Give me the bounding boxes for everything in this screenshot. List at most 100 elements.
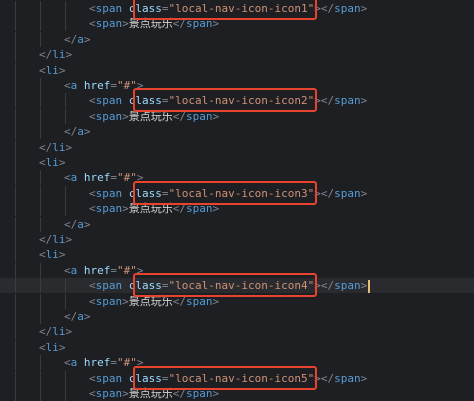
equals: =: [161, 186, 169, 200]
indent-guide: [15, 155, 16, 170]
code-text: </a>: [64, 309, 91, 324]
attr-name: class: [128, 371, 162, 385]
tag-name: a: [77, 125, 84, 139]
tag-bracket: >: [122, 294, 129, 308]
code-line[interactable]: <span class="local-nav-icon-icon3"></spa…: [0, 185, 474, 201]
code-line[interactable]: <span class="local-nav-icon-icon1"></spa…: [0, 1, 474, 16]
code-line[interactable]: </li>: [0, 139, 474, 155]
tag-bracket: >: [360, 279, 368, 293]
indent-guide: [15, 62, 16, 78]
indent-guide: [15, 324, 16, 340]
tag-name: span: [334, 371, 361, 385]
code-line[interactable]: <span>景点玩乐</span>: [0, 16, 474, 32]
equals: =: [110, 171, 117, 185]
indent-guide: [15, 139, 16, 155]
tag-bracket: <: [64, 263, 71, 277]
code-line[interactable]: <span>景点玩乐</span>: [0, 108, 474, 124]
tag-name: span: [95, 279, 123, 293]
tag-name: span: [334, 186, 361, 200]
indent-guide: [40, 108, 41, 124]
tag-bracket: <: [39, 340, 46, 354]
code-line[interactable]: </li>: [0, 324, 474, 340]
tag-bracket: ></: [314, 186, 335, 200]
tag-bracket: <: [39, 248, 46, 262]
indent-guide: [15, 232, 16, 247]
indent-guide: [65, 386, 66, 401]
tag-bracket: >: [58, 63, 66, 77]
tag-bracket: >: [83, 217, 91, 231]
code-line[interactable]: <li>: [0, 247, 474, 263]
indent-guide: [15, 1, 16, 16]
code-line[interactable]: <span>景点玩乐</span>: [0, 386, 474, 401]
code-line[interactable]: <span>景点玩乐</span>: [0, 293, 474, 309]
tag-bracket: <: [39, 156, 46, 169]
indent-guide: [65, 370, 66, 386]
tag-bracket: >: [83, 32, 91, 46]
code-line[interactable]: <li>: [0, 339, 474, 355]
equals: =: [110, 263, 117, 277]
code-line[interactable]: </li>: [0, 47, 474, 63]
code-editor[interactable]: <span class="local-nav-icon-icon1"></spa…: [0, 0, 474, 401]
tag-bracket: >: [65, 48, 73, 62]
code-line[interactable]: </li>: [0, 232, 474, 247]
span-text: 景点玩乐: [128, 202, 173, 216]
code-line[interactable]: <span>景点玩乐</span>: [0, 201, 474, 217]
tag-bracket: >: [212, 387, 220, 400]
class-value-text: local-nav-icon-icon4: [175, 279, 308, 293]
equals: =: [161, 2, 169, 15]
indent-guide: [15, 185, 16, 201]
tag-name: span: [186, 109, 213, 123]
tag-bracket: <: [89, 17, 96, 31]
tag-bracket: >: [360, 186, 368, 200]
indent-guide: [65, 293, 66, 309]
tag-bracket: >: [122, 109, 129, 123]
tag-bracket: </: [39, 48, 53, 62]
code-line[interactable]: <span class="local-nav-icon-icon5"></spa…: [0, 370, 474, 386]
indent-guide: [15, 386, 16, 401]
equals: =: [161, 94, 169, 108]
indent-guide: [40, 1, 41, 16]
code-line[interactable]: <a href="#">: [0, 262, 474, 278]
indent-guide: [15, 370, 16, 386]
tag-bracket: >: [122, 17, 129, 31]
code-line[interactable]: </a>: [0, 216, 474, 232]
tag-name: span: [186, 387, 213, 400]
tag-bracket: <: [89, 387, 96, 400]
indent-guide: [15, 170, 16, 186]
span-text: 景点玩乐: [128, 17, 173, 31]
tag-bracket: >: [65, 325, 73, 339]
tag-bracket: >: [83, 125, 91, 139]
attr-name: class: [128, 2, 162, 15]
code-line[interactable]: </a>: [0, 309, 474, 324]
tag-bracket: <: [64, 356, 71, 370]
code-line[interactable]: <span class="local-nav-icon-icon4"></spa…: [0, 278, 474, 294]
code-line[interactable]: <a href="#">: [0, 170, 474, 186]
tag-bracket: >: [122, 202, 129, 216]
tag-bracket: >: [65, 140, 73, 154]
code-text: <li>: [39, 63, 66, 78]
code-text: <span>景点玩乐</span>: [89, 16, 219, 31]
code-line[interactable]: <li>: [0, 155, 474, 170]
span-text: 景点玩乐: [128, 387, 173, 400]
code-line[interactable]: </a>: [0, 124, 474, 140]
span-text: 景点玩乐: [128, 294, 173, 308]
indent-guide: [40, 78, 41, 93]
code-line[interactable]: <a href="#">: [0, 78, 474, 93]
indent-guide: [40, 216, 41, 232]
tag-name: span: [334, 2, 361, 15]
tag-name: span: [95, 109, 123, 123]
indent-guide: [40, 201, 41, 217]
code-line[interactable]: <span class="local-nav-icon-icon2"></spa…: [0, 93, 474, 109]
tag-bracket: <: [64, 171, 71, 185]
code-line[interactable]: <li>: [0, 62, 474, 78]
class-value-text: local-nav-icon-icon3: [175, 186, 308, 200]
code-text: <span class="local-nav-icon-icon3"></spa…: [89, 186, 367, 201]
code-text: <span>景点玩乐</span>: [89, 201, 219, 216]
tag-name: span: [186, 202, 213, 216]
tag-bracket: <: [89, 94, 96, 108]
code-line[interactable]: <a href="#">: [0, 355, 474, 371]
code-line[interactable]: </a>: [0, 31, 474, 47]
tag-name: span: [334, 94, 361, 108]
indent-guide: [15, 78, 16, 93]
